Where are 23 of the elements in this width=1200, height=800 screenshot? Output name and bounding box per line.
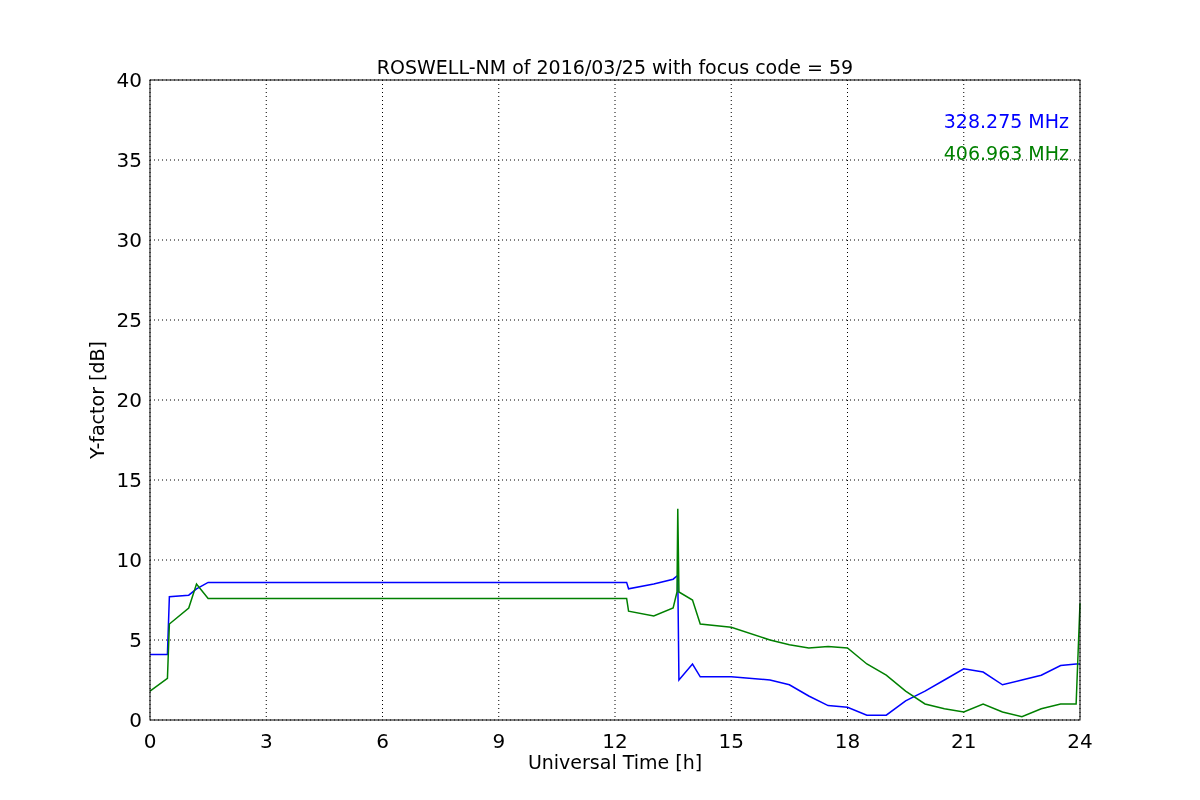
tick-label: 20 <box>116 388 142 412</box>
tick-label: 21 <box>951 729 977 753</box>
legend-label: 406.963 MHz <box>943 142 1069 164</box>
tick-label: 10 <box>116 548 142 572</box>
chart-title: ROSWELL-NM of 2016/03/25 with focus code = 59 <box>376 56 854 78</box>
tick-label: 18 <box>834 729 861 753</box>
y-axis-label: Y-factor [dB] <box>86 341 108 459</box>
tick-label: 9 <box>492 729 506 753</box>
tick-label: 12 <box>602 729 628 753</box>
tick-label: 35 <box>116 148 142 172</box>
tick-label: 15 <box>116 468 142 492</box>
tick-label: 6 <box>376 729 389 753</box>
tick-label: 25 <box>116 308 142 332</box>
x-axis-label: Universal Time [h] <box>527 751 703 773</box>
tick-label: 3 <box>259 729 273 753</box>
tick-label: 0 <box>143 729 157 753</box>
tick-label: 0 <box>129 708 142 732</box>
tick-label: 30 <box>116 228 142 252</box>
legend-label: 328.275 MHz <box>943 110 1069 132</box>
tick-label: 40 <box>116 68 142 92</box>
tick-label: 24 <box>1067 729 1093 753</box>
tick-label: 5 <box>129 628 142 652</box>
tick-label: 15 <box>718 729 744 753</box>
